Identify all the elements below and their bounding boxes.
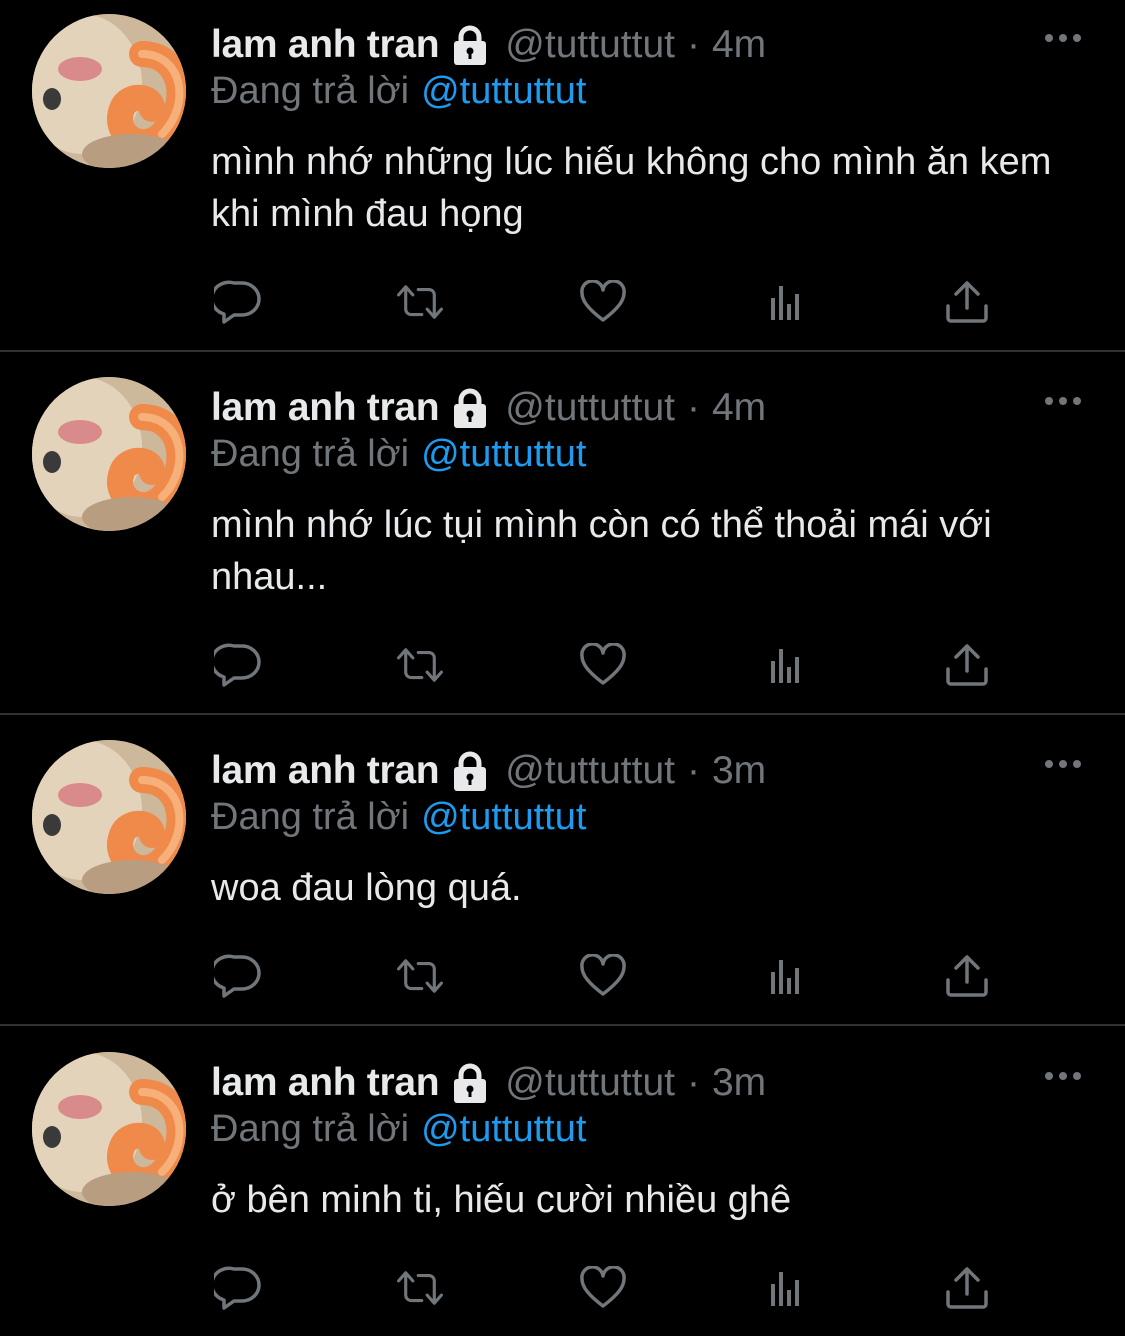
- lock-icon: [449, 750, 491, 792]
- action-bar: [0, 951, 1125, 1001]
- display-name[interactable]: lam anh tran: [211, 23, 440, 67]
- views-icon[interactable]: [760, 1263, 810, 1313]
- tweet-text: mình nhớ những lúc hiếu không cho mình ă…: [211, 141, 1052, 235]
- more-icon[interactable]: [1043, 756, 1083, 772]
- separator-dot: ·: [686, 1061, 700, 1104]
- action-bar: [0, 277, 1125, 327]
- avatar[interactable]: [32, 14, 186, 168]
- handle[interactable]: @tuttuttut: [505, 23, 675, 67]
- retweet-icon[interactable]: [395, 1263, 445, 1313]
- tweet-header: lam anh tran @tuttuttut · 4m: [211, 383, 766, 433]
- reply-to-handle[interactable]: @tuttuttut: [421, 1108, 586, 1150]
- lock-icon: [449, 1062, 491, 1104]
- reply-to-handle[interactable]: @tuttuttut: [421, 70, 586, 112]
- divider: [0, 713, 1125, 715]
- tweet[interactable]: lam anh tran @tuttuttut · 4m Đang trả lờ…: [0, 363, 1125, 713]
- like-icon[interactable]: [578, 951, 628, 1001]
- divider: [0, 350, 1125, 352]
- lock-icon: [449, 24, 491, 66]
- action-bar: [0, 640, 1125, 690]
- avatar[interactable]: [32, 1052, 186, 1206]
- reply-prefix: Đang trả lời: [211, 796, 410, 838]
- retweet-icon[interactable]: [395, 951, 445, 1001]
- views-icon[interactable]: [760, 277, 810, 327]
- replying-to: Đang trả lời @tuttuttut: [211, 796, 586, 839]
- replying-to: Đang trả lời @tuttuttut: [211, 1108, 586, 1151]
- handle[interactable]: @tuttuttut: [505, 1061, 675, 1105]
- tweet-header: lam anh tran @tuttuttut · 3m: [211, 746, 766, 796]
- reply-prefix: Đang trả lời: [211, 433, 410, 475]
- separator-dot: ·: [686, 749, 700, 792]
- more-icon[interactable]: [1043, 1068, 1083, 1084]
- replying-to: Đang trả lời @tuttuttut: [211, 433, 586, 476]
- tweet[interactable]: lam anh tran @tuttuttut · 3m Đang trả lờ…: [0, 726, 1125, 1024]
- share-icon[interactable]: [942, 951, 992, 1001]
- reply-prefix: Đang trả lời: [211, 1108, 410, 1150]
- tweet-text: mình nhớ lúc tụi mình còn có thể thoải m…: [211, 504, 992, 598]
- tweet-text: woa đau lòng quá.: [211, 867, 522, 909]
- reply-prefix: Đang trả lời: [211, 70, 410, 112]
- display-name[interactable]: lam anh tran: [211, 386, 440, 430]
- tweet-header: lam anh tran @tuttuttut · 4m: [211, 20, 766, 70]
- timestamp[interactable]: 4m: [712, 386, 766, 430]
- reply-icon[interactable]: [213, 1263, 263, 1313]
- like-icon[interactable]: [578, 277, 628, 327]
- tweet[interactable]: lam anh tran @tuttuttut · 3m Đang trả lờ…: [0, 1038, 1125, 1336]
- reply-icon[interactable]: [213, 640, 263, 690]
- reply-icon[interactable]: [213, 277, 263, 327]
- reply-to-handle[interactable]: @tuttuttut: [421, 796, 586, 838]
- avatar[interactable]: [32, 740, 186, 894]
- retweet-icon[interactable]: [395, 640, 445, 690]
- timestamp[interactable]: 3m: [712, 749, 766, 793]
- tweet-text: ở bên minh ti, hiếu cười nhiều ghê: [211, 1179, 792, 1221]
- share-icon[interactable]: [942, 1263, 992, 1313]
- timestamp[interactable]: 3m: [712, 1061, 766, 1105]
- separator-dot: ·: [686, 23, 700, 66]
- more-icon[interactable]: [1043, 393, 1083, 409]
- handle[interactable]: @tuttuttut: [505, 386, 675, 430]
- views-icon[interactable]: [760, 640, 810, 690]
- lock-icon: [449, 387, 491, 429]
- replying-to: Đang trả lời @tuttuttut: [211, 70, 586, 113]
- share-icon[interactable]: [942, 640, 992, 690]
- divider: [0, 1024, 1125, 1026]
- retweet-icon[interactable]: [395, 277, 445, 327]
- tweet[interactable]: lam anh tran @tuttuttut · 4m Đang trả lờ…: [0, 0, 1125, 350]
- more-icon[interactable]: [1043, 30, 1083, 46]
- reply-to-handle[interactable]: @tuttuttut: [421, 433, 586, 475]
- views-icon[interactable]: [760, 951, 810, 1001]
- display-name[interactable]: lam anh tran: [211, 1061, 440, 1105]
- avatar[interactable]: [32, 377, 186, 531]
- share-icon[interactable]: [942, 277, 992, 327]
- tweet-header: lam anh tran @tuttuttut · 3m: [211, 1058, 766, 1108]
- separator-dot: ·: [686, 386, 700, 429]
- like-icon[interactable]: [578, 640, 628, 690]
- action-bar: [0, 1263, 1125, 1313]
- like-icon[interactable]: [578, 1263, 628, 1313]
- handle[interactable]: @tuttuttut: [505, 749, 675, 793]
- display-name[interactable]: lam anh tran: [211, 749, 440, 793]
- timestamp[interactable]: 4m: [712, 23, 766, 67]
- reply-icon[interactable]: [213, 951, 263, 1001]
